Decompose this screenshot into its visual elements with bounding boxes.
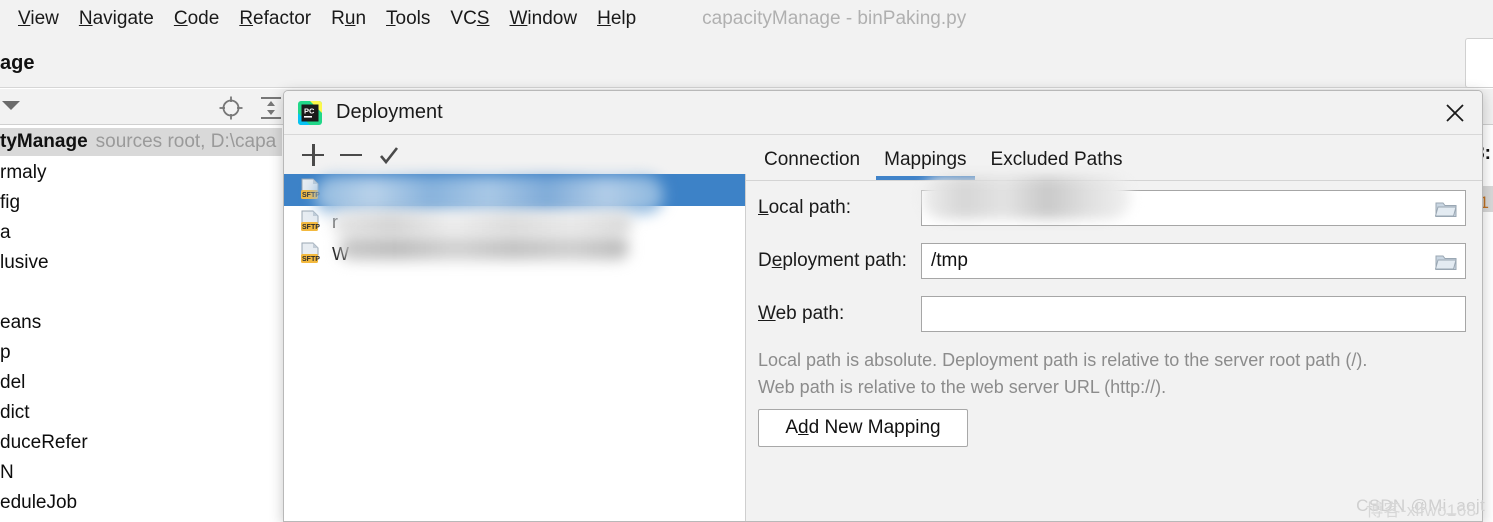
- sftp-icon: SFTP: [301, 242, 320, 263]
- add-new-mapping-button[interactable]: Add New Mapping: [758, 409, 968, 447]
- tree-item[interactable]: fig: [0, 188, 282, 218]
- tree-item[interactable]: N: [0, 458, 282, 488]
- watermark-text-b: 博客-xlfwo168: [1366, 501, 1477, 520]
- web-path-input[interactable]: [921, 295, 1466, 332]
- svg-text:PC: PC: [304, 106, 315, 115]
- list-item-label: W: [332, 243, 349, 264]
- project-tree-root[interactable]: tyManage sources root, D:\capa: [0, 128, 282, 156]
- svg-text:SFTP: SFTP: [302, 256, 320, 263]
- help-line-2: Web path is relative to the web server U…: [758, 377, 1167, 397]
- deployment-path-input[interactable]: /tmp: [921, 242, 1466, 279]
- tree-item[interactable]: p: [0, 338, 282, 368]
- sftp-icon: SFTP: [301, 210, 320, 231]
- breadcrumb-label: age: [0, 52, 35, 74]
- deployment-path-row: Deployment path: /tmp: [746, 234, 1482, 287]
- dialog-body: SFTP SFTP r SFTP W Connection Mappings E…: [284, 134, 1482, 521]
- menu-label-rest: iew: [30, 8, 59, 29]
- menu-item-tools[interactable]: Tools: [376, 0, 440, 38]
- watermark: CSDN @Mi_aojt 博客-xlfwo168: [1356, 496, 1485, 520]
- ide-menu-bar: View Navigate Code Refactor Run Tools VC…: [0, 0, 1493, 38]
- local-path-row: Local path:: [746, 177, 1482, 234]
- server-list-toolbar: [284, 135, 746, 174]
- help-line-1: Local path is absolute. Deployment path …: [758, 350, 1368, 370]
- tab-connection[interactable]: Connection: [756, 149, 868, 180]
- svg-text:SFTP: SFTP: [302, 192, 320, 199]
- pycharm-icon: PC: [298, 100, 322, 125]
- config-panel: Connection Mappings Excluded Paths Local…: [746, 135, 1482, 521]
- server-list: SFTP SFTP r SFTP W: [284, 174, 745, 521]
- minus-icon: [340, 144, 362, 166]
- mappings-form: Local path: Deployment path: /tmp Web pa…: [746, 177, 1482, 340]
- menu-item-run[interactable]: Run: [321, 0, 376, 38]
- menu-item-code[interactable]: Code: [164, 0, 229, 38]
- tree-item[interactable]: rmaly: [0, 158, 282, 188]
- deployment-path-label: Deployment path:: [758, 249, 907, 271]
- config-tab-bar: Connection Mappings Excluded Paths: [746, 135, 1482, 181]
- tree-item[interactable]: eans: [0, 308, 282, 338]
- list-item[interactable]: SFTP W: [284, 238, 745, 270]
- server-list-panel: SFTP SFTP r SFTP W: [284, 135, 746, 521]
- remove-server-button[interactable]: [332, 138, 370, 172]
- plus-icon: [302, 143, 324, 166]
- folder-icon[interactable]: [1435, 252, 1457, 271]
- tab-excluded-paths[interactable]: Excluded Paths: [983, 149, 1131, 180]
- deployment-dialog: PC Deployment SFTP SFTP r SFTP W Connect…: [283, 90, 1483, 522]
- web-path-row: Web path:: [746, 287, 1482, 340]
- list-item-label: r: [332, 211, 338, 232]
- tree-item[interactable]: del: [0, 368, 282, 398]
- set-default-server-button[interactable]: [370, 138, 408, 172]
- collapse-all-icon[interactable]: [258, 95, 284, 121]
- menu-item-navigate[interactable]: Navigate: [69, 0, 164, 38]
- tree-item[interactable]: a: [0, 218, 282, 248]
- local-path-input[interactable]: [921, 189, 1466, 226]
- project-tree-list: rmaly fig a lusive eans p del dict duceR…: [0, 158, 282, 522]
- menu-item-view[interactable]: View: [8, 0, 69, 38]
- tree-item[interactable]: [0, 278, 282, 308]
- screen-root: View Navigate Code Refactor Run Tools VC…: [0, 0, 1493, 522]
- list-item[interactable]: SFTP: [284, 174, 745, 206]
- tab-mappings[interactable]: Mappings: [876, 149, 975, 180]
- locate-icon[interactable]: [218, 95, 244, 121]
- tree-item[interactable]: lusive: [0, 248, 282, 278]
- tree-item[interactable]: duceRefer: [0, 428, 282, 458]
- deployment-path-value: /tmp: [931, 249, 968, 271]
- web-path-label: Web path:: [758, 302, 845, 324]
- editor-panel-top-remnant: [1465, 38, 1493, 88]
- dialog-title-bar: PC Deployment: [284, 91, 1482, 134]
- local-path-label: Local path:: [758, 196, 851, 218]
- project-root-meta: sources root, D:\capa: [95, 131, 277, 152]
- list-item[interactable]: SFTP r: [284, 206, 745, 238]
- menu-item-refactor[interactable]: Refactor: [229, 0, 321, 38]
- menu-item-window[interactable]: Window: [499, 0, 587, 38]
- dialog-title: Deployment: [336, 101, 443, 123]
- ide-window-title: capacityManage - binPaking.py: [702, 8, 967, 29]
- tree-item[interactable]: eduleJob: [0, 488, 282, 518]
- close-icon[interactable]: [1426, 91, 1482, 134]
- svg-text:SFTP: SFTP: [302, 224, 320, 231]
- menu-item-help[interactable]: Help: [587, 0, 646, 38]
- tree-item[interactable]: dict: [0, 398, 282, 428]
- check-icon: [380, 146, 399, 164]
- mappings-help-text: Local path is absolute. Deployment path …: [758, 347, 1458, 401]
- folder-icon[interactable]: [1435, 199, 1457, 218]
- ide-sub-bar: [0, 38, 1493, 88]
- sftp-icon: SFTP: [301, 178, 320, 199]
- add-server-button[interactable]: [294, 138, 332, 172]
- chevron-down-icon[interactable]: [2, 101, 20, 110]
- menu-item-vcs[interactable]: VCS: [440, 0, 499, 38]
- project-root-name: tyManage: [0, 131, 88, 152]
